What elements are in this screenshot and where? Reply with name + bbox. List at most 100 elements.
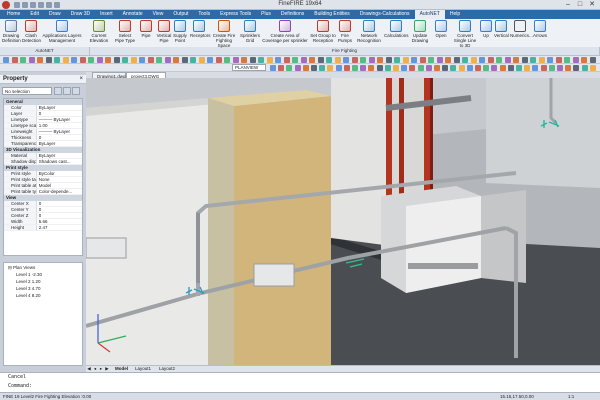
toolbar-tool-icon[interactable]: [530, 57, 536, 63]
prop-value[interactable]: 1.00: [37, 123, 82, 128]
toolbar-tool-icon[interactable]: [266, 57, 273, 63]
toolbar-tool-icon[interactable]: [409, 65, 416, 71]
toolbar-tool-icon[interactable]: [241, 57, 247, 63]
toolbar-tool-icon[interactable]: [105, 57, 111, 63]
toolbar-tool-icon[interactable]: [292, 57, 298, 63]
ribbon-tool-fire-space[interactable]: Create Fire Fighting Space: [210, 20, 238, 48]
toolbar-tool-icon[interactable]: [565, 65, 572, 71]
prop-value[interactable]: ByLayer: [37, 105, 82, 110]
prop-value[interactable]: ——— ByLayer: [37, 117, 82, 122]
prop-value[interactable]: 0: [37, 207, 82, 212]
toolbar-tool-icon[interactable]: [524, 65, 531, 71]
toolbar-tool-icon[interactable]: [190, 57, 196, 63]
maximize-icon[interactable]: □: [574, 0, 586, 9]
toolbar-tool-icon[interactable]: [487, 57, 494, 63]
ribbon-tool-pipe[interactable]: Pipe: [138, 20, 154, 44]
tree-root-plan-views[interactable]: ⊟ Plan Views: [8, 265, 35, 271]
toolbar-tool-icon[interactable]: [79, 57, 86, 63]
toolbar-tool-icon[interactable]: [319, 65, 326, 71]
toolbar-tool-icon[interactable]: [538, 57, 545, 63]
menu-tab-help[interactable]: Help: [445, 10, 465, 19]
toolbar-tool-icon[interactable]: [394, 57, 400, 63]
toolbar-tool-icon[interactable]: [232, 57, 239, 63]
prop-value[interactable]: ByLayer: [37, 141, 82, 146]
toolbar-tool-icon[interactable]: [286, 65, 293, 71]
toolbar-tool-icon[interactable]: [450, 65, 457, 71]
toolbar-tool-icon[interactable]: [270, 65, 276, 71]
command-prompt[interactable]: Command:: [8, 383, 32, 389]
ribbon-tool-open[interactable]: Open: [432, 20, 450, 44]
annotation-scale[interactable]: 1:1: [568, 393, 574, 400]
toolbar-tool-icon[interactable]: [401, 65, 408, 71]
toolbar-tool-icon[interactable]: [548, 65, 555, 71]
toolbar-tool-icon[interactable]: [393, 65, 399, 71]
menu-tab-draw[interactable]: Draw: [44, 10, 66, 19]
close-icon[interactable]: ×: [79, 75, 83, 84]
toolbar-tool-icon[interactable]: [499, 65, 506, 71]
prop-value[interactable]: ByLayer: [37, 153, 82, 158]
toolbar-tool-icon[interactable]: [557, 65, 563, 71]
toolbar-tool-icon[interactable]: [475, 65, 481, 71]
tree-item-level-2[interactable]: Level 2 1.20: [16, 279, 41, 285]
toolbar-tool-icon[interactable]: [419, 57, 426, 63]
view-combo[interactable]: PLANVIEW: [232, 64, 266, 71]
toolbar-tool-icon[interactable]: [156, 57, 162, 63]
menu-tab-view[interactable]: View: [148, 10, 169, 19]
toolbar-tool-icon[interactable]: [540, 65, 547, 71]
prop-value[interactable]: ——— ByLayer: [37, 129, 82, 134]
prop-value[interactable]: 0: [37, 213, 82, 218]
toolbar-tool-icon[interactable]: [343, 65, 350, 71]
ribbon-tool-network-recognition[interactable]: Network Recognition: [356, 20, 382, 44]
toolbar-tool-icon[interactable]: [384, 65, 391, 71]
toolbar-tool-icon[interactable]: [479, 57, 485, 63]
toolbar-tool-icon[interactable]: [573, 65, 580, 71]
toolbar-tool-icon[interactable]: [334, 57, 341, 63]
ribbon-tool-clash-detection[interactable]: Clash Detection: [22, 20, 41, 44]
toolbar-tool-icon[interactable]: [589, 57, 596, 63]
toolbar-tool-icon[interactable]: [20, 57, 26, 63]
ribbon-tool-pipe-type[interactable]: Select Pipe Type: [114, 20, 136, 44]
toolbar-tool-icon[interactable]: [445, 57, 451, 63]
toolbar-tool-icon[interactable]: [198, 57, 205, 63]
ribbon-tool-drawing-definition[interactable]: Drawing Definition: [2, 20, 21, 44]
menu-tab-drawings-calculations[interactable]: Drawings-Calculations: [355, 10, 415, 19]
menu-tab-home[interactable]: Home: [2, 10, 25, 19]
toolbar-tool-icon[interactable]: [224, 57, 230, 63]
command-window[interactable]: Cancel Command:: [0, 372, 600, 392]
toolbar-tool-icon[interactable]: [458, 65, 465, 71]
select-objects-icon[interactable]: [63, 87, 71, 95]
toolbar-tool-icon[interactable]: [411, 57, 417, 63]
toolbar-tool-icon[interactable]: [113, 57, 120, 63]
toolbar-tool-icon[interactable]: [483, 65, 490, 71]
tree-item-level-4[interactable]: Level 4 8.20: [16, 293, 41, 299]
toolbar-tool-icon[interactable]: [45, 57, 52, 63]
prop-value[interactable]: 5.66: [37, 219, 82, 224]
selection-combo[interactable]: No selection: [2, 87, 52, 95]
ribbon-tool-vertical-pipe[interactable]: Vertical Pipe: [156, 20, 172, 44]
prop-value[interactable]: Color-depende...: [37, 189, 82, 194]
toolbar-tool-icon[interactable]: [581, 57, 587, 63]
toolbar-tool-icon[interactable]: [62, 57, 69, 63]
prop-row[interactable]: Height 2.47: [4, 225, 82, 231]
toolbar-tool-icon[interactable]: [3, 57, 9, 63]
toolbar-tool-icon[interactable]: [207, 57, 213, 63]
ribbon-tool-group-reception[interactable]: Set Group to Reception: [310, 20, 336, 44]
prop-value[interactable]: 2.47: [37, 225, 82, 230]
tree-item-level-1[interactable]: Level 1 -2.30: [16, 272, 42, 278]
toolbar-tool-icon[interactable]: [496, 57, 502, 63]
ribbon-tool-vertical[interactable]: Vertical: [494, 20, 509, 44]
toolbar-tool-icon[interactable]: [434, 65, 440, 71]
toolbar-tool-icon[interactable]: [581, 65, 588, 71]
toolbar-tool-icon[interactable]: [532, 65, 539, 71]
ribbon-tool-update-drawing[interactable]: Update Drawing: [410, 20, 430, 44]
toolbar-tool-icon[interactable]: [122, 57, 128, 63]
ribbon-tool-coverage-area[interactable]: Create Area of Coverage per sprinkler: [262, 20, 308, 44]
toolbar-tool-icon[interactable]: [417, 65, 424, 71]
toolbar-tool-icon[interactable]: [278, 65, 285, 71]
toolbar-tool-icon[interactable]: [335, 65, 342, 71]
toolbar-tool-icon[interactable]: [507, 65, 514, 71]
toolbar-tool-icon[interactable]: [555, 57, 562, 63]
menu-tab-annotate[interactable]: Annotate: [118, 10, 148, 19]
toolbar-tool-icon[interactable]: [11, 57, 18, 63]
toolbar-tool-icon[interactable]: [402, 57, 409, 63]
